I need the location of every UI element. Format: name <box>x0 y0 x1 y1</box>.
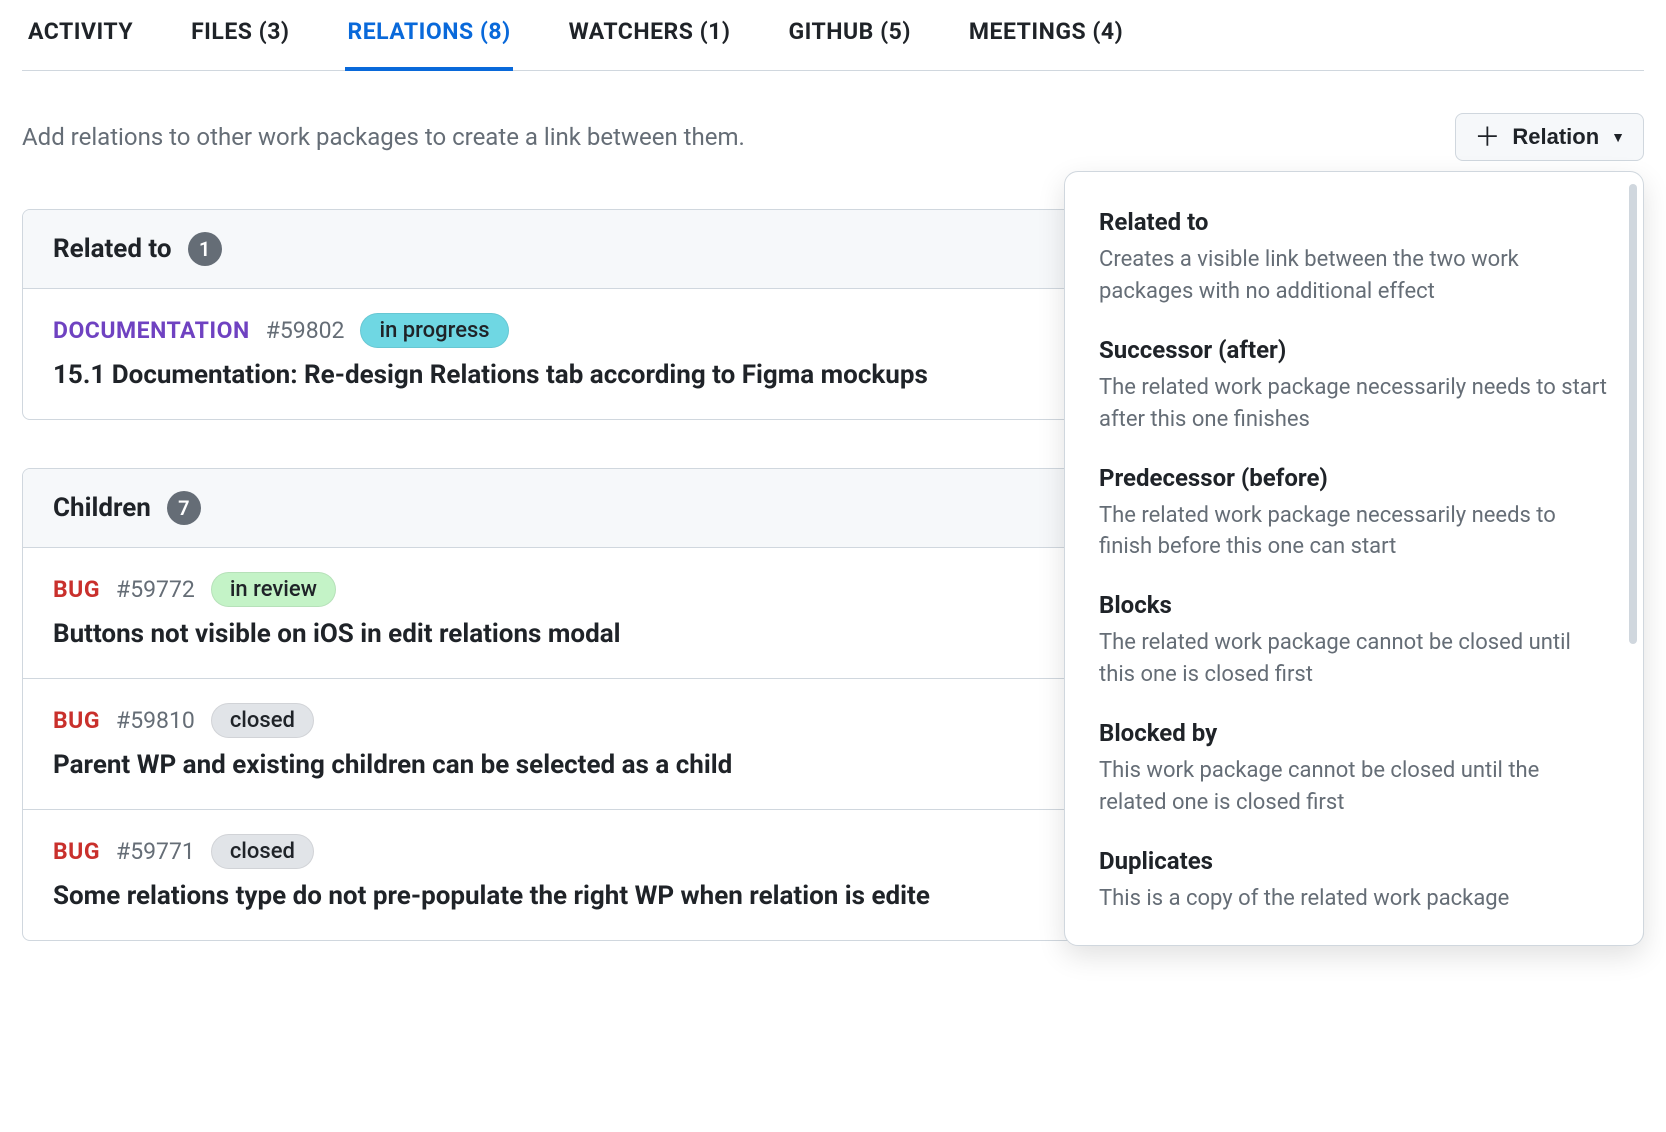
work-package-type: BUG <box>53 838 100 865</box>
work-package-id: #59771 <box>116 838 195 865</box>
dropdown-item-title: Predecessor (before) <box>1099 464 1609 492</box>
tab-relations[interactable]: RELATIONS (8) <box>345 18 512 71</box>
status-badge: closed <box>211 703 314 738</box>
dropdown-item-related-to[interactable]: Related to Creates a visible link betwee… <box>1073 194 1635 322</box>
dropdown-scrollbar[interactable] <box>1629 184 1637 644</box>
dropdown-item-title: Related to <box>1099 208 1609 236</box>
tab-meetings[interactable]: MEETINGS (4) <box>967 18 1125 70</box>
dropdown-item-desc: The related work package necessarily nee… <box>1099 500 1609 564</box>
dropdown-item-desc: The related work package necessarily nee… <box>1099 372 1609 436</box>
dropdown-item-duplicates[interactable]: Duplicates This is a copy of the related… <box>1073 833 1635 929</box>
dropdown-item-title: Successor (after) <box>1099 336 1609 364</box>
dropdown-item-blocked-by[interactable]: Blocked by This work package cannot be c… <box>1073 705 1635 833</box>
tab-files[interactable]: FILES (3) <box>189 18 291 70</box>
tab-activity[interactable]: ACTIVITY <box>26 18 135 70</box>
group-count-badge: 7 <box>167 491 201 525</box>
work-package-type: BUG <box>53 576 100 603</box>
work-package-id: #59772 <box>116 576 195 603</box>
work-package-id: #59810 <box>116 707 195 734</box>
plus-icon: ＋ <box>1474 124 1500 150</box>
tabs-bar: ACTIVITY FILES (3) RELATIONS (8) WATCHER… <box>22 18 1644 71</box>
dropdown-item-desc: Creates a visible link between the two w… <box>1099 244 1609 308</box>
work-package-id: #59802 <box>266 317 345 344</box>
dropdown-item-title: Blocks <box>1099 591 1609 619</box>
chevron-down-icon: ▼ <box>1611 129 1625 145</box>
group-count-badge: 1 <box>188 232 222 266</box>
relations-hint: Add relations to other work packages to … <box>22 123 745 151</box>
status-badge: in progress <box>360 313 508 348</box>
dropdown-item-predecessor[interactable]: Predecessor (before) The related work pa… <box>1073 450 1635 578</box>
dropdown-item-desc: This work package cannot be closed until… <box>1099 755 1609 819</box>
dropdown-scroll-area[interactable]: Related to Creates a visible link betwee… <box>1065 188 1643 929</box>
tab-github[interactable]: GITHUB (5) <box>786 18 912 70</box>
dropdown-item-title: Blocked by <box>1099 719 1609 747</box>
group-title: Children <box>53 493 151 523</box>
dropdown-item-blocks[interactable]: Blocks The related work package cannot b… <box>1073 577 1635 705</box>
dropdown-item-desc: This is a copy of the related work packa… <box>1099 883 1609 915</box>
add-relation-label: Relation <box>1512 124 1599 150</box>
group-title: Related to <box>53 234 172 264</box>
tab-watchers[interactable]: WATCHERS (1) <box>567 18 733 70</box>
relation-type-dropdown: Related to Creates a visible link betwee… <box>1064 171 1644 946</box>
dropdown-item-desc: The related work package cannot be close… <box>1099 627 1609 691</box>
status-badge: in review <box>211 572 336 607</box>
dropdown-item-title: Duplicates <box>1099 847 1609 875</box>
dropdown-item-successor[interactable]: Successor (after) The related work packa… <box>1073 322 1635 450</box>
work-package-type: BUG <box>53 707 100 734</box>
relations-subhead: Add relations to other work packages to … <box>22 113 1644 161</box>
status-badge: closed <box>211 834 314 869</box>
add-relation-button[interactable]: ＋ Relation ▼ <box>1455 113 1644 161</box>
work-package-type: DOCUMENTATION <box>53 317 250 344</box>
